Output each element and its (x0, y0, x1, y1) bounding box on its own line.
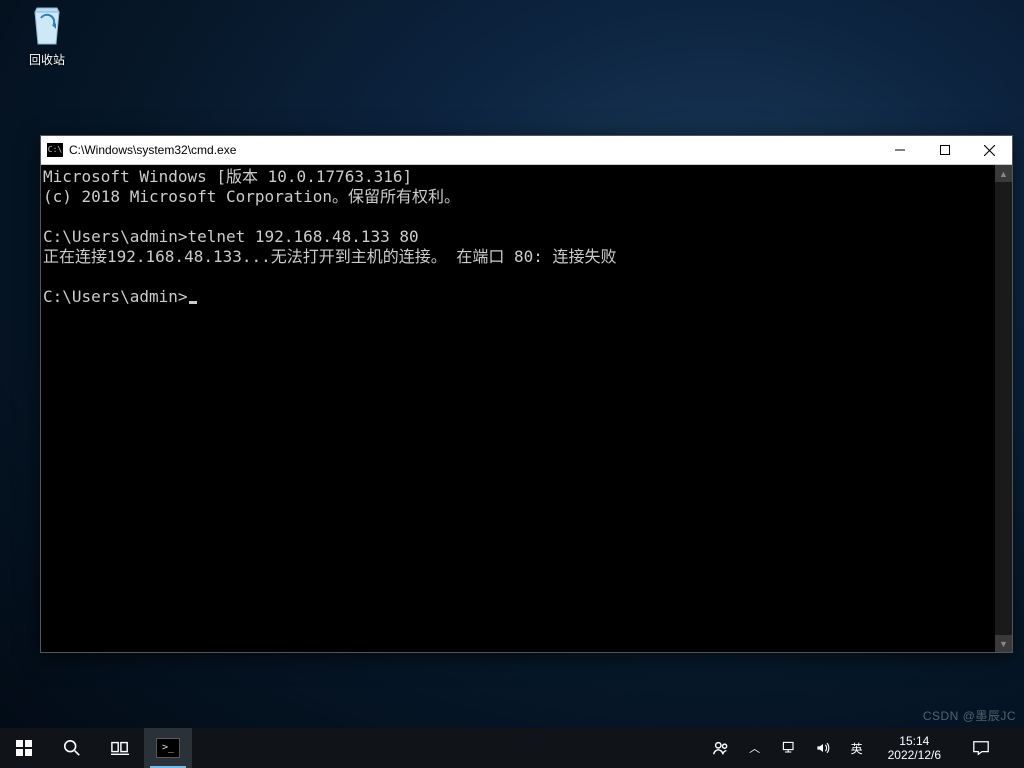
text-cursor (189, 301, 197, 304)
ime-label: 英 (849, 740, 865, 757)
terminal-line: (c) 2018 Microsoft Corporation。保留所有权利。 (43, 187, 460, 206)
cmd-task-icon (156, 738, 180, 758)
recycle-bin-label: 回收站 (12, 51, 82, 68)
system-tray: ︿ 英 15:14 2022/12/6 (706, 728, 1024, 768)
cmd-icon (47, 143, 63, 157)
chevron-up-icon: ︿ (749, 740, 760, 756)
scroll-track[interactable] (995, 182, 1012, 635)
window-title: C:\Windows\system32\cmd.exe (69, 143, 877, 157)
task-view-icon (111, 739, 129, 757)
recycle-bin[interactable]: 回收站 (12, 2, 82, 68)
scroll-up-arrow[interactable]: ▲ (995, 165, 1012, 182)
network-button[interactable] (778, 728, 800, 768)
action-center-button[interactable] (961, 739, 1001, 757)
people-icon (712, 739, 730, 757)
start-button[interactable] (0, 728, 48, 768)
search-icon (63, 739, 81, 757)
taskbar-cmd-button[interactable] (144, 728, 192, 768)
people-button[interactable] (710, 728, 732, 768)
notification-icon (972, 739, 990, 757)
clock-button[interactable]: 15:14 2022/12/6 (880, 734, 949, 762)
terminal-prompt: C:\Users\admin> (43, 287, 188, 306)
titlebar[interactable]: C:\Windows\system32\cmd.exe (41, 136, 1012, 165)
close-button[interactable] (967, 136, 1012, 164)
terminal-line: 正在连接192.168.48.133...无法打开到主机的连接。 在端口 80:… (43, 247, 617, 266)
search-button[interactable] (48, 728, 96, 768)
taskbar-spacer[interactable] (192, 728, 706, 768)
terminal-line: C:\Users\admin>telnet 192.168.48.133 80 (43, 227, 419, 246)
scroll-down-arrow[interactable]: ▼ (995, 635, 1012, 652)
ime-button[interactable]: 英 (846, 728, 868, 768)
volume-icon (815, 740, 831, 756)
maximize-button[interactable] (922, 136, 967, 164)
cmd-window: C:\Windows\system32\cmd.exe Microsoft Wi… (40, 135, 1013, 653)
window-controls (877, 136, 1012, 164)
task-view-button[interactable] (96, 728, 144, 768)
clock-time: 15:14 (888, 734, 941, 748)
terminal-line: Microsoft Windows [版本 10.0.17763.316] (43, 167, 412, 186)
network-icon (781, 740, 797, 756)
clock-date: 2022/12/6 (888, 748, 941, 762)
tray-overflow-button[interactable]: ︿ (744, 728, 766, 768)
taskbar: ︿ 英 15:14 2022/12/6 (0, 728, 1024, 768)
watermark-text: CSDN @墨辰JC (923, 707, 1016, 724)
recycle-bin-icon (27, 2, 67, 48)
vertical-scrollbar[interactable]: ▲ ▼ (995, 165, 1012, 652)
minimize-button[interactable] (877, 136, 922, 164)
windows-logo-icon (16, 740, 32, 756)
volume-button[interactable] (812, 728, 834, 768)
terminal-output[interactable]: Microsoft Windows [版本 10.0.17763.316] (c… (41, 165, 995, 652)
